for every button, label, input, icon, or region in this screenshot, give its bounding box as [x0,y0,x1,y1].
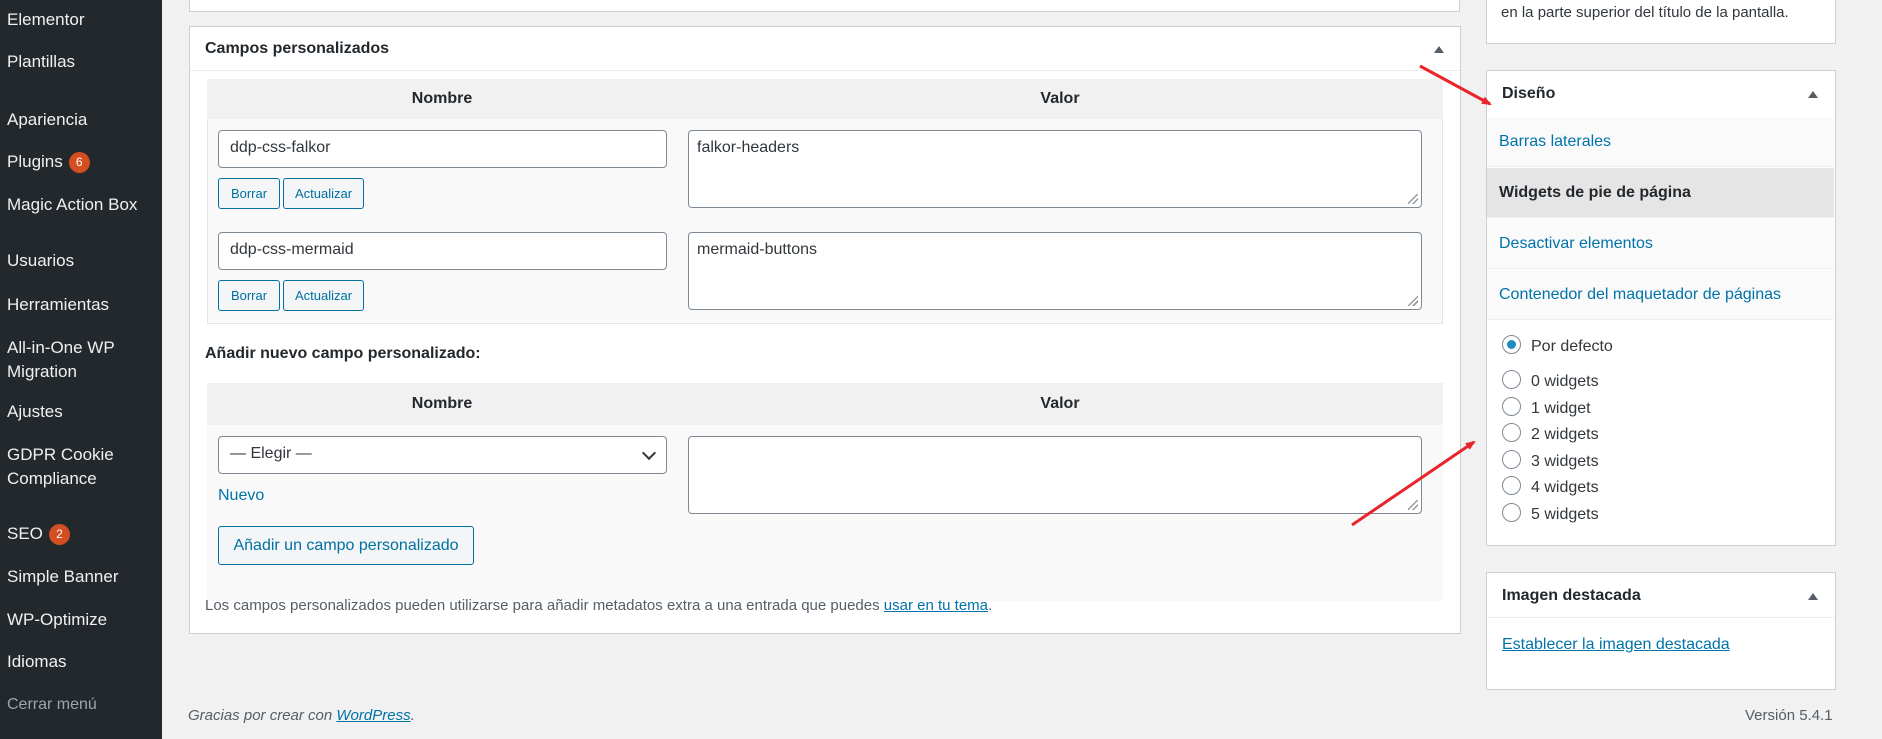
annotation-arrow-icon [1419,64,1492,106]
annotation-arrows [1351,64,1492,527]
annotation-arrow-icon [1351,440,1476,527]
